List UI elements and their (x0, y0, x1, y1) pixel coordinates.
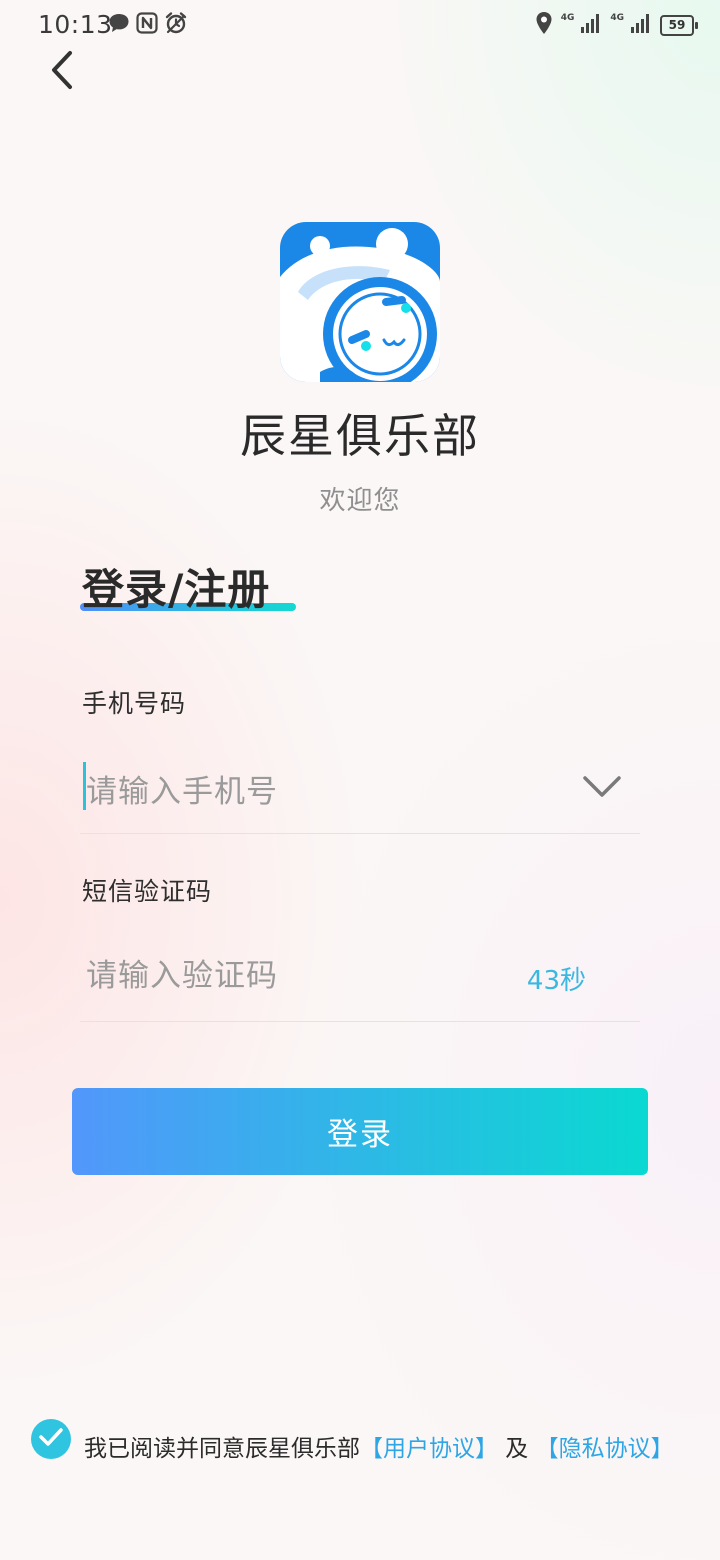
agreement-prefix: 我已阅读并同意辰星俱乐部 (84, 1436, 360, 1462)
welcome-text: 欢迎您 (319, 486, 401, 516)
chevron-down-icon[interactable] (582, 772, 622, 802)
checkmark-icon (38, 1426, 64, 1452)
countdown-timer[interactable]: 43秒 (527, 960, 586, 997)
status-bar: 10:13 4G 4G 59 (0, 0, 720, 52)
phone-input[interactable] (86, 764, 556, 820)
status-time: 10:13 (38, 10, 113, 39)
privacy-agreement-link[interactable]: 【隐私协议】 (536, 1429, 674, 1463)
phone-input-row (80, 758, 640, 834)
network-type-2: 4G (610, 13, 624, 23)
page-title: 登录/注册 (82, 565, 271, 614)
nfc-icon (136, 12, 158, 38)
signal-icon (580, 12, 602, 38)
signal-icon (630, 12, 652, 38)
agreement-checkbox[interactable] (31, 1419, 71, 1459)
login-button[interactable]: 登录 (72, 1088, 648, 1175)
status-left-icons (108, 12, 188, 38)
agreement-text: 我已阅读并同意辰星俱乐部 【用户协议】 及 【隐私协议】 (84, 1429, 674, 1463)
app-name: 辰星俱乐部 (240, 409, 480, 463)
code-input[interactable] (86, 948, 506, 1004)
battery-icon: 59 (660, 14, 698, 36)
code-label: 短信验证码 (82, 877, 213, 906)
agreement-and: 及 (498, 1436, 536, 1462)
chevron-left-icon (49, 50, 75, 94)
network-type-1: 4G (560, 13, 575, 23)
user-agreement-link[interactable]: 【用户协议】 (360, 1429, 498, 1463)
phone-label: 手机号码 (82, 689, 187, 718)
location-icon (535, 11, 553, 39)
message-icon (108, 13, 130, 37)
status-right-icons: 4G 4G 59 (535, 11, 698, 39)
alarm-icon (164, 11, 188, 39)
code-input-row: 43秒 (80, 946, 640, 1022)
app-logo (280, 222, 440, 382)
back-button[interactable] (40, 50, 84, 94)
